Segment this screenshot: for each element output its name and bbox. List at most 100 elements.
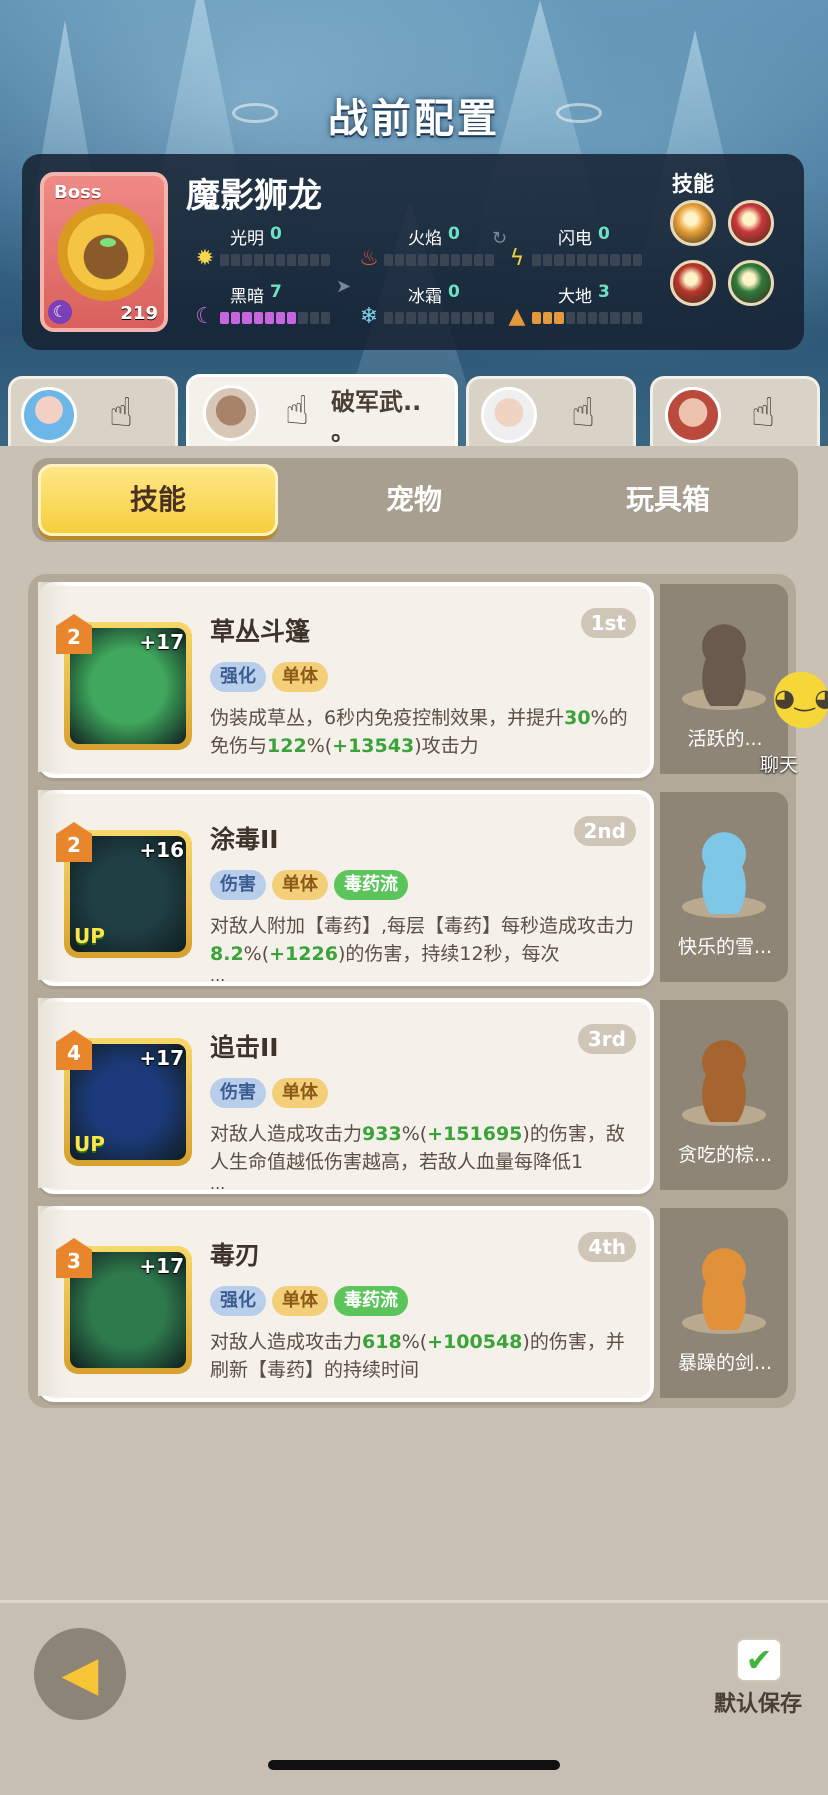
element-bar-segment xyxy=(621,312,631,324)
element-bar-segment xyxy=(320,254,331,266)
boss-portrait[interactable]: Boss ☾ 219 xyxy=(40,172,168,332)
hero-tab-2[interactable]: ☝ 破军武.. 。 xyxy=(186,374,458,450)
skill-plus-level: +17 xyxy=(139,1254,184,1278)
pet-card[interactable]: 暴躁的剑... xyxy=(660,1208,788,1398)
default-save-checkbox[interactable]: ✔ xyxy=(736,1638,782,1682)
boss-skill-orb-3[interactable] xyxy=(670,260,716,306)
hero-tab-4[interactable]: ☝ xyxy=(650,376,820,446)
element-bar-segment xyxy=(428,312,439,324)
pet-name: 贪吃的棕... xyxy=(677,1144,773,1166)
element-bar-segment xyxy=(220,312,230,324)
skill-card[interactable]: +17 2 草丛斗篷 1st 强化 单体 伪装成草丛，6秒内免疫控制效果，并提升3… xyxy=(38,582,654,778)
element-bar-segment xyxy=(276,312,286,324)
pet-figure xyxy=(684,614,764,706)
hero-tab-1[interactable]: ☝ xyxy=(8,376,178,446)
element-label-lightning: 闪电 xyxy=(558,229,592,249)
skill-card[interactable]: +17 UP 4 追击II 3rd 伤害 单体 对敌人造成攻击力933%(+151… xyxy=(38,998,654,1194)
skill-description: 伪装成草丛，6秒内免疫控制效果，并提升30%的免伤与122%(+13543)攻击… xyxy=(210,704,642,760)
skill-tags: 强化 单体 xyxy=(210,662,328,692)
pet-figure xyxy=(684,822,764,914)
desc-part: 122 xyxy=(267,735,307,757)
tab-toybox[interactable]: 玩具箱 xyxy=(548,464,788,536)
chat-face-icon[interactable]: ◕‿◕ xyxy=(774,672,828,728)
dark-moon-icon: ☾ xyxy=(195,304,215,329)
desc-part: %( xyxy=(401,1123,428,1145)
desc-part: +13543 xyxy=(332,735,415,757)
skill-description: 对敌人造成攻击力618%(+100548)的伤害，并刷新【毒药】的持续时间 xyxy=(210,1328,642,1384)
skill-card[interactable]: +17 3 毒刃 4th 强化 单体 毒药流 对敌人造成攻击力618%(+10054… xyxy=(38,1206,654,1402)
skill-plus-level: +17 xyxy=(139,630,184,654)
back-arrow-icon: ◀ xyxy=(61,1646,99,1702)
skill-description: 对敌人附加【毒药】,每层【毒药】每秒造成攻击力 8.2%(+1226)的伤害，持续… xyxy=(210,912,642,968)
pet-card[interactable]: 活跃的... xyxy=(660,584,788,774)
lion-dragon-icon xyxy=(58,202,154,302)
default-save-label[interactable]: 默认保存 xyxy=(714,1686,802,1718)
back-button[interactable]: ◀ xyxy=(34,1628,126,1720)
skill-tag: 强化 xyxy=(210,662,266,692)
upgrade-badge: UP xyxy=(74,924,105,948)
desc-part: 618 xyxy=(362,1331,402,1353)
element-label-fire: 火焰 xyxy=(408,229,442,249)
element-bar-segment xyxy=(554,312,564,324)
pet-name: 活跃的... xyxy=(687,728,763,750)
element-bar-segment xyxy=(298,254,308,266)
upgrade-badge: UP xyxy=(74,1132,105,1156)
skill-tag: 单体 xyxy=(272,870,328,900)
skill-tag: 毒药流 xyxy=(334,870,408,900)
element-bar-segment xyxy=(588,254,598,266)
element-bar-segment xyxy=(264,312,275,324)
skill-tag: 强化 xyxy=(210,1286,266,1316)
desc-part: %( xyxy=(306,735,333,757)
hero-tab-3[interactable]: ☝ xyxy=(466,376,636,446)
element-label-light: 光明 xyxy=(230,229,264,249)
skill-plus-level: +17 xyxy=(139,1046,184,1070)
skill-tags: 伤害 单体 毒药流 xyxy=(210,870,408,900)
boss-skill-orb-1[interactable] xyxy=(670,200,716,246)
element-bar-segment xyxy=(231,254,241,266)
skill-card[interactable]: +16 UP 2 涂毒II 2nd 伤害 单体 毒药流 对敌人附加【毒药】,每层【毒… xyxy=(38,790,654,986)
element-bar-segment xyxy=(242,254,252,266)
element-bar-segment xyxy=(220,254,230,266)
element-value-light: 0 xyxy=(270,224,282,244)
hand-point-icon: ☝ xyxy=(284,388,310,434)
element-bar-segment xyxy=(320,312,331,324)
pet-card[interactable]: 贪吃的棕... xyxy=(660,1000,788,1190)
skill-tag: 伤害 xyxy=(210,870,266,900)
skill-tag: 单体 xyxy=(272,1286,328,1316)
element-bar-segment xyxy=(484,312,495,324)
element-label-earth: 大地 xyxy=(558,287,592,307)
pet-card[interactable]: 快乐的雪... xyxy=(660,792,788,982)
element-bar-segment xyxy=(287,254,297,266)
element-bar-segment xyxy=(565,254,575,266)
boss-skill-orb-2[interactable] xyxy=(728,200,774,246)
desc-part: 对敌人造成攻击力 xyxy=(210,1123,363,1145)
hero-name: 破军武.. 。 xyxy=(331,388,422,446)
element-bar-segment xyxy=(462,312,472,324)
element-bar-fire xyxy=(384,254,495,266)
element-bar-segment xyxy=(473,312,483,324)
description-ellipsis: ... xyxy=(210,966,226,985)
element-bar-segment xyxy=(253,312,263,324)
chat-label[interactable]: 聊天 xyxy=(760,750,798,777)
element-bar-segment xyxy=(417,312,427,324)
element-bar-segment xyxy=(242,312,252,324)
element-bar-segment xyxy=(406,312,416,324)
skill-name: 涂毒II xyxy=(210,825,279,854)
desc-part: %( xyxy=(243,943,270,965)
element-bar-segment xyxy=(384,312,394,324)
element-bar-dark xyxy=(220,312,331,324)
skill-rank-badge: 3rd xyxy=(577,1024,636,1054)
desc-part: 伪装成草丛，6秒内免疫控制效果，并提升 xyxy=(210,707,565,729)
tab-pets[interactable]: 宠物 xyxy=(294,464,534,536)
element-bar-segment xyxy=(632,312,643,324)
element-bar-segment xyxy=(532,312,542,324)
element-bar-segment xyxy=(543,312,553,324)
element-bar-segment xyxy=(264,254,275,266)
hand-point-icon: ☝ xyxy=(108,390,134,436)
boss-tag: Boss xyxy=(54,182,102,203)
boss-skill-orb-4[interactable] xyxy=(728,260,774,306)
desc-part: +100548 xyxy=(427,1331,523,1353)
tab-skills[interactable]: 技能 xyxy=(38,464,278,536)
element-bar-segment xyxy=(576,312,587,324)
element-bar-segment xyxy=(309,312,319,324)
